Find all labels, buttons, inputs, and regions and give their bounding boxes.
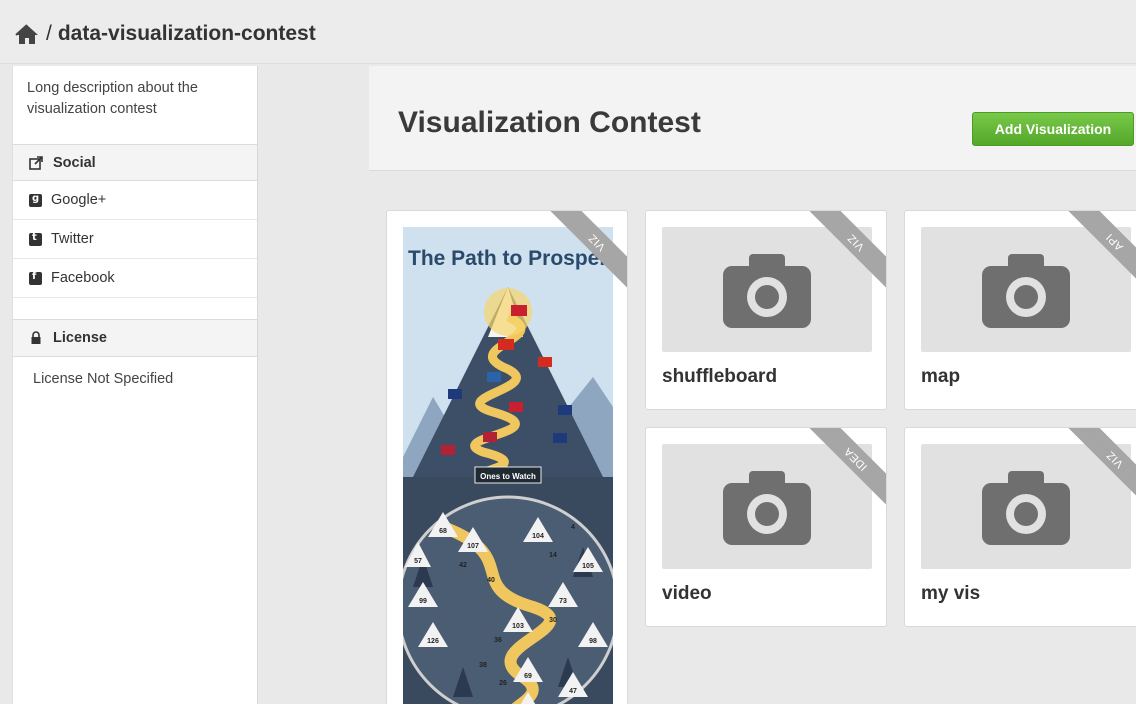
poster-title: The Path to Prosperity <box>408 247 613 270</box>
social-heading: Social <box>13 144 257 181</box>
card-tag: VIZ <box>1104 448 1126 470</box>
poster-tent-number: 36 <box>494 637 502 644</box>
sidebar-item-facebook[interactable]: f Facebook <box>13 259 257 298</box>
poster-tent-number: 38 <box>479 662 487 669</box>
twitter-icon: t <box>29 232 42 246</box>
sidebar-item-twitter[interactable]: t Twitter <box>13 220 257 259</box>
page-title: Visualization Contest <box>398 106 701 139</box>
share-icon <box>29 155 43 170</box>
poster-tent-number: 40 <box>487 577 495 584</box>
camera-icon <box>982 253 1070 328</box>
social-heading-label: Social <box>53 154 96 171</box>
poster-tent-number: 99 <box>419 598 427 605</box>
poster-tent-number: 14 <box>549 552 557 559</box>
poster-tent-number: 47 <box>569 688 577 695</box>
camera-icon <box>982 470 1070 545</box>
poster-tent-number: 4 <box>571 524 575 531</box>
poster-tent-number: 126 <box>427 638 439 645</box>
card-thumbnail <box>662 444 872 569</box>
card-thumbnail <box>662 227 872 352</box>
camera-icon <box>723 470 811 545</box>
license-heading-label: License <box>53 330 107 346</box>
poster-tent-number: 30 <box>549 617 557 624</box>
poster-tent-number: 69 <box>524 673 532 680</box>
sidebar-item-label: Facebook <box>51 270 115 286</box>
poster-tent-number: 73 <box>559 598 567 605</box>
sidebar-item-label: Twitter <box>51 231 94 247</box>
breadcrumb: / data-visualization-contest <box>14 20 316 48</box>
sidebar-divider <box>13 298 257 320</box>
google-plus-icon: g <box>29 193 42 207</box>
card-tag: VIZ <box>845 231 867 253</box>
card-title[interactable]: shuffleboard <box>662 366 777 388</box>
facebook-icon: f <box>29 271 42 285</box>
card-title[interactable]: map <box>921 366 960 388</box>
card-tag: VIZ <box>586 231 608 253</box>
poster-tent-number: 26 <box>499 680 507 687</box>
poster-tent-number: 107 <box>467 543 479 550</box>
license-text: License Not Specified <box>33 371 174 387</box>
license-heading: License <box>13 320 257 357</box>
card-thumbnail <box>921 444 1131 569</box>
poster-tent-number: 42 <box>459 562 467 569</box>
infographic-poster: Ones to Watch The Path to Prosperity 68 1… <box>403 227 613 704</box>
sidebar: Long description about the visualization… <box>12 66 258 704</box>
page-header: Visualization Contest Add Visualization <box>369 66 1136 171</box>
breadcrumb-separator: / <box>46 22 52 45</box>
poster-tent-number: 68 <box>439 528 447 535</box>
card-title[interactable]: video <box>662 583 712 605</box>
poster-tent-number: 105 <box>582 563 594 570</box>
card-thumbnail <box>921 227 1131 352</box>
breadcrumb-project[interactable]: data-visualization-contest <box>58 22 316 46</box>
camera-icon <box>723 253 811 328</box>
visualization-card[interactable]: video IDEA <box>645 427 887 627</box>
home-icon[interactable] <box>14 23 40 45</box>
poster-tent-number: 104 <box>532 533 544 540</box>
poster-section-label: Ones to Watch <box>480 472 536 481</box>
sidebar-item-google-plus[interactable]: g Google+ <box>13 181 257 220</box>
card-title[interactable]: my vis <box>921 583 980 605</box>
project-description: Long description about the visualization… <box>27 80 198 117</box>
poster-tent-number: 98 <box>589 638 597 645</box>
lock-icon <box>31 331 41 344</box>
poster-tent-number: 103 <box>512 623 524 630</box>
visualization-card[interactable]: shuffleboard VIZ <box>645 210 887 410</box>
sidebar-item-label: Google+ <box>51 192 107 208</box>
card-tag: API <box>1103 230 1127 254</box>
poster-tent-number: 57 <box>414 558 422 565</box>
visualization-card[interactable]: map API <box>904 210 1136 410</box>
top-bar: / data-visualization-contest <box>0 0 1136 64</box>
visualization-card[interactable]: my vis VIZ <box>904 427 1136 627</box>
add-visualization-button[interactable]: Add Visualization <box>972 112 1134 146</box>
visualization-card[interactable]: Ones to Watch The Path to Prosperity 68 1… <box>386 210 628 704</box>
